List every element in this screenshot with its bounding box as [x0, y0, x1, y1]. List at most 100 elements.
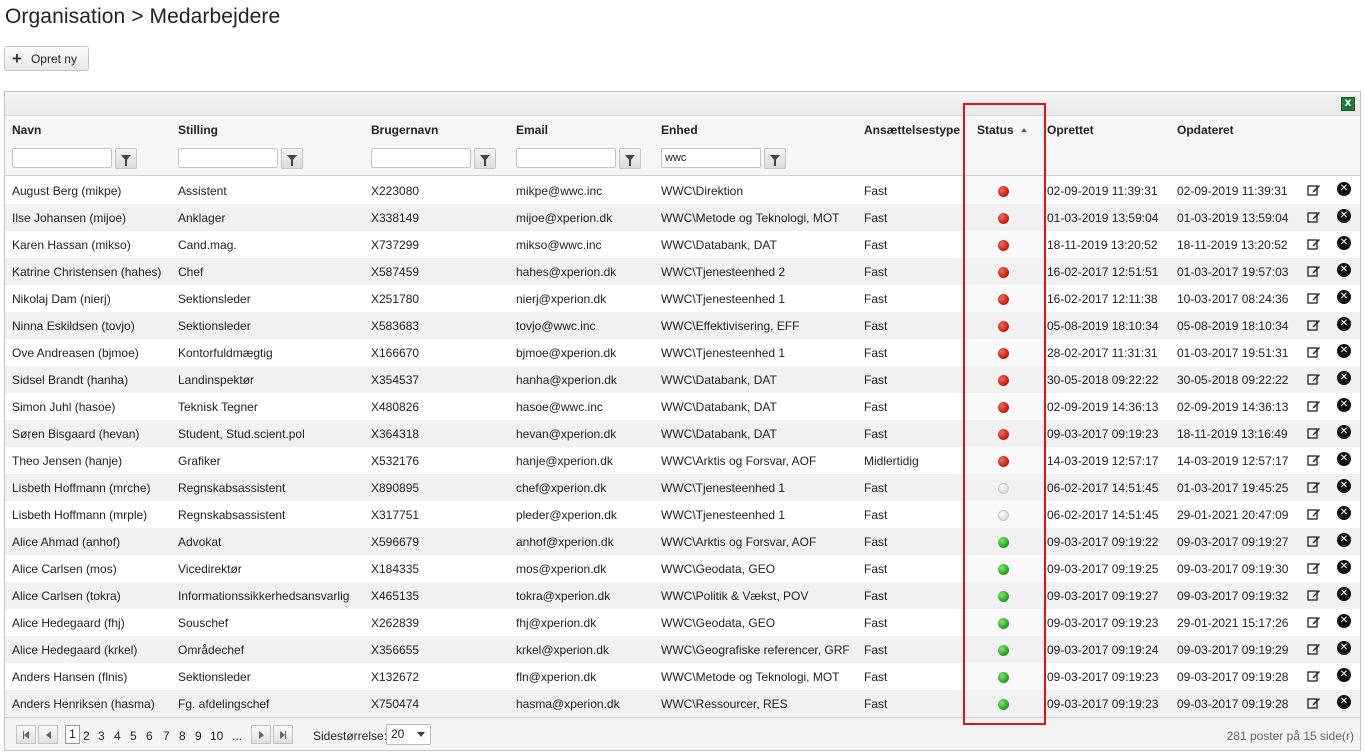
last-page-button[interactable] — [273, 725, 293, 744]
filter-email-button[interactable] — [619, 148, 641, 169]
page-number-link[interactable]: 4 — [114, 729, 121, 743]
edit-icon[interactable] — [1307, 696, 1321, 710]
excel-export-icon[interactable]: X — [1341, 97, 1355, 111]
column-header-employment-type[interactable]: Ansættelsestype — [864, 123, 960, 137]
column-header-email[interactable]: Email — [516, 123, 548, 137]
delete-icon[interactable]: ✕ — [1337, 560, 1351, 574]
filter-position-button[interactable] — [281, 148, 303, 169]
table-row[interactable]: Karen Hassan (mikso) Cand.mag. X737299 miks… — [5, 231, 1360, 258]
table-row[interactable]: Anders Hansen (flnis) Sektionsleder X13267… — [5, 663, 1360, 690]
delete-icon[interactable]: ✕ — [1337, 533, 1351, 547]
delete-icon[interactable]: ✕ — [1337, 182, 1351, 196]
delete-icon[interactable]: ✕ — [1337, 614, 1351, 628]
column-header-position[interactable]: Stilling — [178, 123, 218, 137]
edit-icon[interactable] — [1307, 615, 1321, 629]
table-row[interactable]: Alice Carlsen (mos) Vicedirektør X184335 mo… — [5, 555, 1360, 582]
table-row[interactable]: Alice Ahmad (anhof) Advokat X596679 anhof@x… — [5, 528, 1360, 555]
column-header-status[interactable]: Status — [977, 123, 1027, 137]
delete-icon[interactable]: ✕ — [1337, 506, 1351, 520]
edit-icon[interactable] — [1307, 318, 1321, 332]
table-row[interactable]: August Berg (mikpe) Assistent X223080 mikpe… — [5, 177, 1360, 204]
column-header-name[interactable]: Navn — [12, 123, 41, 137]
table-row[interactable]: Simon Juhl (hasoe) Teknisk Tegner X480826 h… — [5, 393, 1360, 420]
column-header-created[interactable]: Oprettet — [1047, 123, 1094, 137]
delete-icon[interactable]: ✕ — [1337, 641, 1351, 655]
filter-name-input[interactable] — [12, 148, 112, 168]
table-row[interactable]: Ilse Johansen (mijoe) Anklager X338149 mijo… — [5, 204, 1360, 231]
table-row[interactable]: Søren Bisgaard (hevan) Student, Stud.scie… — [5, 420, 1360, 447]
edit-icon[interactable] — [1307, 480, 1321, 494]
delete-icon[interactable]: ✕ — [1337, 209, 1351, 223]
table-row[interactable]: Alice Carlsen (tokra) Informationssikkerh… — [5, 582, 1360, 609]
page-number-link[interactable]: 2 — [83, 729, 90, 743]
edit-icon[interactable] — [1307, 210, 1321, 224]
delete-icon[interactable]: ✕ — [1337, 452, 1351, 466]
page-number-link[interactable]: 7 — [163, 729, 170, 743]
delete-icon[interactable]: ✕ — [1337, 479, 1351, 493]
table-row[interactable]: Alice Hedegaard (krkel) Områdechef X356655… — [5, 636, 1360, 663]
filter-username-input[interactable] — [371, 148, 471, 168]
first-page-button[interactable] — [16, 725, 36, 744]
delete-icon[interactable]: ✕ — [1337, 695, 1351, 709]
table-row[interactable]: Ninna Eskildsen (tovjo) Sektionsleder X583… — [5, 312, 1360, 339]
table-row[interactable]: Anders Henriksen (hasma) Fg. afdelingsche… — [5, 690, 1360, 717]
edit-icon[interactable] — [1307, 507, 1321, 521]
edit-icon[interactable] — [1307, 426, 1321, 440]
table-row[interactable]: Alice Hedegaard (fhj) Souschef X262839 fhj@… — [5, 609, 1360, 636]
cell-email: hanje@xperion.dk — [516, 454, 613, 468]
edit-icon[interactable] — [1307, 399, 1321, 413]
next-page-button[interactable] — [251, 725, 271, 744]
table-row[interactable]: Theo Jensen (hanje) Grafiker X532176 hanje@… — [5, 447, 1360, 474]
delete-icon[interactable]: ✕ — [1337, 425, 1351, 439]
delete-icon[interactable]: ✕ — [1337, 398, 1351, 412]
edit-icon[interactable] — [1307, 534, 1321, 548]
create-new-button[interactable]: + Opret ny — [4, 46, 89, 71]
delete-icon[interactable]: ✕ — [1337, 344, 1351, 358]
page-number-link[interactable]: 10 — [210, 729, 223, 743]
filter-email-input[interactable] — [516, 148, 616, 168]
page-number-link[interactable]: 5 — [130, 729, 137, 743]
edit-icon[interactable] — [1307, 264, 1321, 278]
previous-page-button[interactable] — [38, 725, 58, 744]
edit-icon[interactable] — [1307, 642, 1321, 656]
edit-icon[interactable] — [1307, 453, 1321, 467]
delete-icon[interactable]: ✕ — [1337, 290, 1351, 304]
delete-icon[interactable]: ✕ — [1337, 263, 1351, 277]
page-number-link[interactable]: 9 — [195, 729, 202, 743]
edit-icon[interactable] — [1307, 237, 1321, 251]
page-number-link[interactable]: 8 — [179, 729, 186, 743]
table-row[interactable]: Nikolaj Dam (nierj) Sektionsleder X251780 n… — [5, 285, 1360, 312]
edit-icon[interactable] — [1307, 183, 1321, 197]
table-row[interactable]: Sidsel Brandt (hanha) Landinspektør X35453… — [5, 366, 1360, 393]
table-row[interactable]: Katrine Christensen (hahes) Chef X587459 ha… — [5, 258, 1360, 285]
filter-unit-input[interactable] — [661, 148, 761, 168]
status-indicator-icon — [998, 564, 1009, 575]
page-size-select[interactable]: 20 — [386, 724, 431, 745]
filter-name-button[interactable] — [115, 148, 137, 169]
edit-icon[interactable] — [1307, 669, 1321, 683]
page-number-link[interactable]: 1 — [65, 725, 80, 744]
edit-icon[interactable] — [1307, 588, 1321, 602]
table-row[interactable]: Ove Andreasen (bjmoe) Kontorfuldmægtig X16… — [5, 339, 1360, 366]
page-number-link[interactable]: 6 — [146, 729, 153, 743]
edit-icon[interactable] — [1307, 345, 1321, 359]
edit-icon[interactable] — [1307, 372, 1321, 386]
column-header-updated[interactable]: Opdateret — [1177, 123, 1234, 137]
delete-icon[interactable]: ✕ — [1337, 236, 1351, 250]
column-header-username[interactable]: Brugernavn — [371, 123, 438, 137]
delete-icon[interactable]: ✕ — [1337, 317, 1351, 331]
delete-icon[interactable]: ✕ — [1337, 587, 1351, 601]
page-number-link[interactable]: 3 — [98, 729, 105, 743]
edit-icon[interactable] — [1307, 291, 1321, 305]
delete-icon[interactable]: ✕ — [1337, 371, 1351, 385]
edit-icon[interactable] — [1307, 561, 1321, 575]
page-number-link[interactable]: ... — [232, 729, 242, 743]
filter-username-button[interactable] — [474, 148, 496, 169]
filter-unit-button[interactable] — [764, 148, 786, 169]
column-header-unit[interactable]: Enhed — [661, 123, 698, 137]
delete-icon[interactable]: ✕ — [1337, 668, 1351, 682]
table-row[interactable]: Lisbeth Hoffmann (mrche) Regnskabsassiste… — [5, 474, 1360, 501]
table-row[interactable]: Lisbeth Hoffmann (mrple) Regnskabsassiste… — [5, 501, 1360, 528]
cell-position: Informationssikkerhedsansvarlig — [178, 589, 350, 603]
filter-position-input[interactable] — [178, 148, 278, 168]
